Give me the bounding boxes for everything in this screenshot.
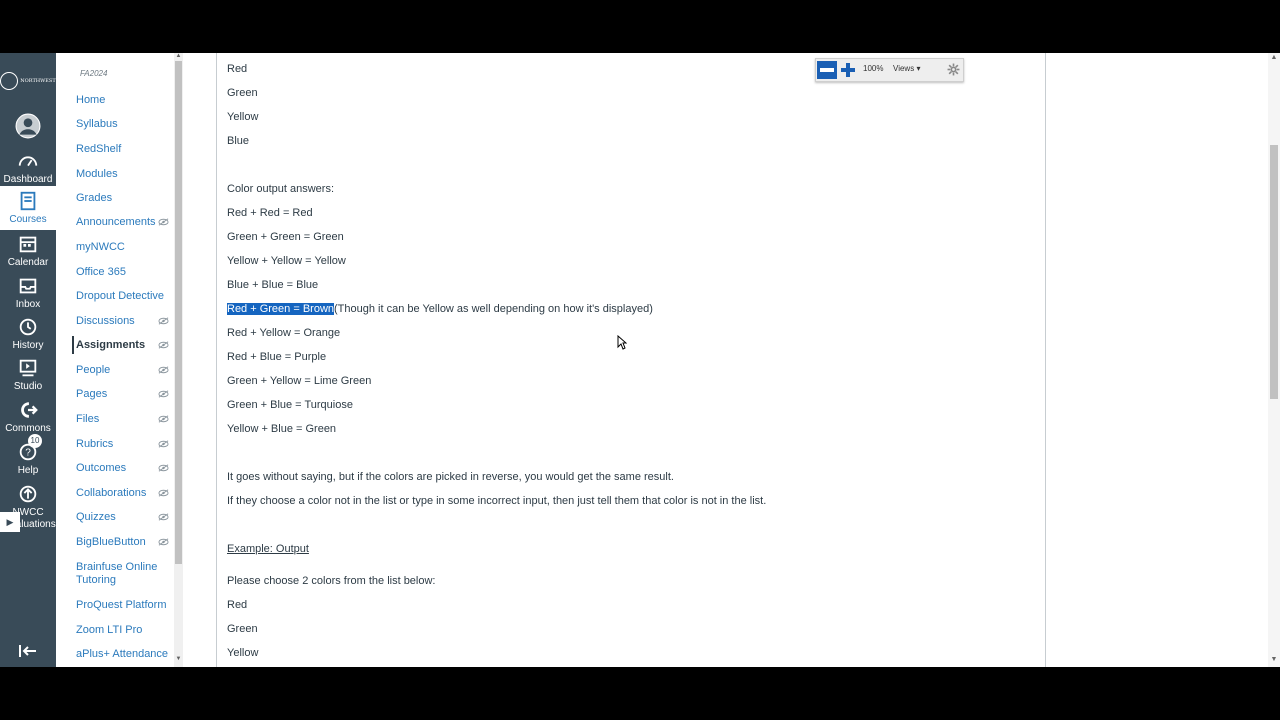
- zoom-level: 100%: [863, 64, 884, 73]
- nav-calendar[interactable]: Calendar: [0, 233, 56, 269]
- courses-icon: [20, 191, 36, 211]
- nav-commons[interactable]: Commons: [0, 399, 56, 435]
- page-scroll-up-icon[interactable]: ▲: [1268, 54, 1280, 61]
- hidden-eye-icon: [158, 464, 169, 472]
- account-button[interactable]: [0, 113, 56, 141]
- section-heading: Color output answers:: [227, 183, 334, 195]
- nav-dashboard[interactable]: Dashboard: [0, 150, 56, 186]
- page-scroll-thumb[interactable]: [1270, 145, 1278, 399]
- zoom-out-button[interactable]: [817, 61, 837, 79]
- nav-history[interactable]: History: [0, 316, 56, 352]
- hidden-eye-icon: [158, 341, 169, 349]
- selected-text[interactable]: Red + Green = Brown: [227, 303, 335, 315]
- example-heading: Example: Output: [227, 543, 309, 555]
- nav-help[interactable]: ? 10 Help: [0, 434, 56, 477]
- paragraph: It goes without saying, but if the color…: [227, 471, 674, 483]
- course-nav-grades[interactable]: Grades: [76, 192, 176, 205]
- nav-dashboard-label: Dashboard: [3, 174, 53, 185]
- help-badge: 10: [28, 434, 42, 448]
- color-list-item: Yellow: [227, 111, 259, 123]
- assignment-content: Red Green Yellow Blue Color output answe…: [216, 53, 1046, 667]
- course-nav-redshelf[interactable]: RedShelf: [76, 143, 176, 156]
- collapse-nav-icon[interactable]: [17, 641, 39, 661]
- dashboard-icon: [18, 156, 38, 167]
- calendar-icon: [19, 236, 37, 253]
- hidden-eye-icon: [158, 390, 169, 398]
- hidden-eye-icon: [158, 513, 169, 521]
- course-nav-syllabus[interactable]: Syllabus: [76, 118, 176, 131]
- paragraph: Please choose 2 colors from the list bel…: [227, 575, 436, 587]
- logo-text: NORTHWEST: [20, 78, 56, 84]
- answer-line: Green + Blue = Turquiose: [227, 399, 353, 411]
- course-nav-aplus-attendance[interactable]: aPlus+ Attendance: [76, 648, 176, 661]
- nav-commons-label: Commons: [5, 423, 51, 434]
- page-scroll-down-icon[interactable]: ▼: [1268, 656, 1280, 663]
- course-nav-home[interactable]: Home: [76, 94, 176, 107]
- hidden-eye-icon: [158, 415, 169, 423]
- answer-line-highlighted[interactable]: Red + Green = Brown(Though it can be Yel…: [227, 302, 653, 316]
- nav-studio[interactable]: Studio: [0, 357, 56, 393]
- document-viewer-toolbar: 100% Views ▾: [815, 58, 964, 82]
- course-nav-zoom-lti-pro[interactable]: Zoom LTI Pro: [76, 624, 176, 637]
- color-list-item: Red: [227, 599, 248, 611]
- views-dropdown[interactable]: Views ▾: [893, 64, 920, 73]
- caret-down-icon: ▾: [916, 64, 921, 73]
- answer-note: (Though it can be Yellow as well dependi…: [334, 303, 653, 315]
- play-icon[interactable]: ▶: [0, 512, 20, 532]
- answer-line: Yellow + Blue = Green: [227, 423, 337, 435]
- answer-line: Red + Red = Red: [227, 207, 313, 219]
- answer-line: Red + Blue = Purple: [227, 351, 327, 363]
- studio-icon: [19, 359, 37, 377]
- history-icon: [19, 318, 37, 336]
- course-nav-office-365[interactable]: Office 365: [76, 266, 176, 279]
- hidden-eye-icon: [158, 317, 169, 325]
- course-nav-brainfuse-online-tutoring[interactable]: Brainfuse Online Tutoring: [76, 561, 176, 587]
- global-navigation: NORTHWEST Dashboard Courses Calendar Inb…: [0, 53, 56, 667]
- answer-line: Blue + Blue = Blue: [227, 279, 319, 291]
- hidden-eye-icon: [158, 440, 169, 448]
- answer-line: Red + Yellow = Orange: [227, 327, 341, 339]
- nav-help-label: Help: [17, 465, 39, 476]
- scroll-up-icon[interactable]: ▲: [175, 53, 182, 59]
- color-list-item: Green: [227, 87, 258, 99]
- paragraph: If they choose a color not in the list o…: [227, 495, 767, 507]
- logo-seal-icon: [0, 72, 19, 90]
- views-label: Views: [893, 64, 915, 73]
- mouse-cursor-icon: [617, 335, 627, 350]
- answer-line: Yellow + Yellow = Yellow: [227, 255, 346, 267]
- hidden-eye-icon: [158, 538, 169, 546]
- course-nav-modules[interactable]: Modules: [76, 168, 176, 181]
- color-list-item: Yellow: [227, 647, 259, 659]
- answer-line: Green + Yellow = Lime Green: [227, 375, 372, 387]
- course-nav-scroll-thumb[interactable]: [175, 61, 182, 564]
- nav-inbox[interactable]: Inbox: [0, 275, 56, 311]
- color-list-item: Green: [227, 623, 258, 635]
- course-navigation: FA2024 Home Syllabus RedShelf Modules Grades…: [56, 53, 183, 667]
- commons-icon: [21, 402, 38, 418]
- nav-courses-label: Courses: [9, 214, 47, 225]
- hidden-eye-icon: [158, 218, 169, 226]
- nav-studio-label: Studio: [13, 381, 43, 392]
- color-list-item: Red: [227, 63, 248, 75]
- course-nav-proquest-platform[interactable]: ProQuest Platform: [76, 599, 176, 612]
- gear-icon[interactable]: [947, 63, 960, 76]
- upload-arrow-icon: [19, 485, 37, 503]
- scroll-down-icon[interactable]: ▼: [175, 656, 182, 662]
- nav-inbox-label: Inbox: [15, 299, 41, 310]
- nav-courses[interactable]: Courses: [0, 186, 56, 230]
- course-nav-dropout-detective[interactable]: Dropout Detective: [76, 290, 176, 303]
- nav-history-label: History: [12, 340, 44, 351]
- color-list-item: Blue: [227, 135, 250, 147]
- inbox-icon: [19, 278, 37, 294]
- hidden-eye-icon: [158, 489, 169, 497]
- nav-calendar-label: Calendar: [7, 257, 49, 268]
- answer-line: Green + Green = Green: [227, 231, 344, 243]
- avatar-icon: [15, 113, 41, 139]
- zoom-in-button[interactable]: [838, 61, 858, 79]
- institution-logo[interactable]: NORTHWEST: [0, 70, 56, 92]
- term-label: FA2024: [80, 69, 108, 78]
- hidden-eye-icon: [158, 366, 169, 374]
- course-nav-mynwcc[interactable]: myNWCC: [76, 241, 176, 254]
- svg-text:?: ?: [25, 448, 31, 459]
